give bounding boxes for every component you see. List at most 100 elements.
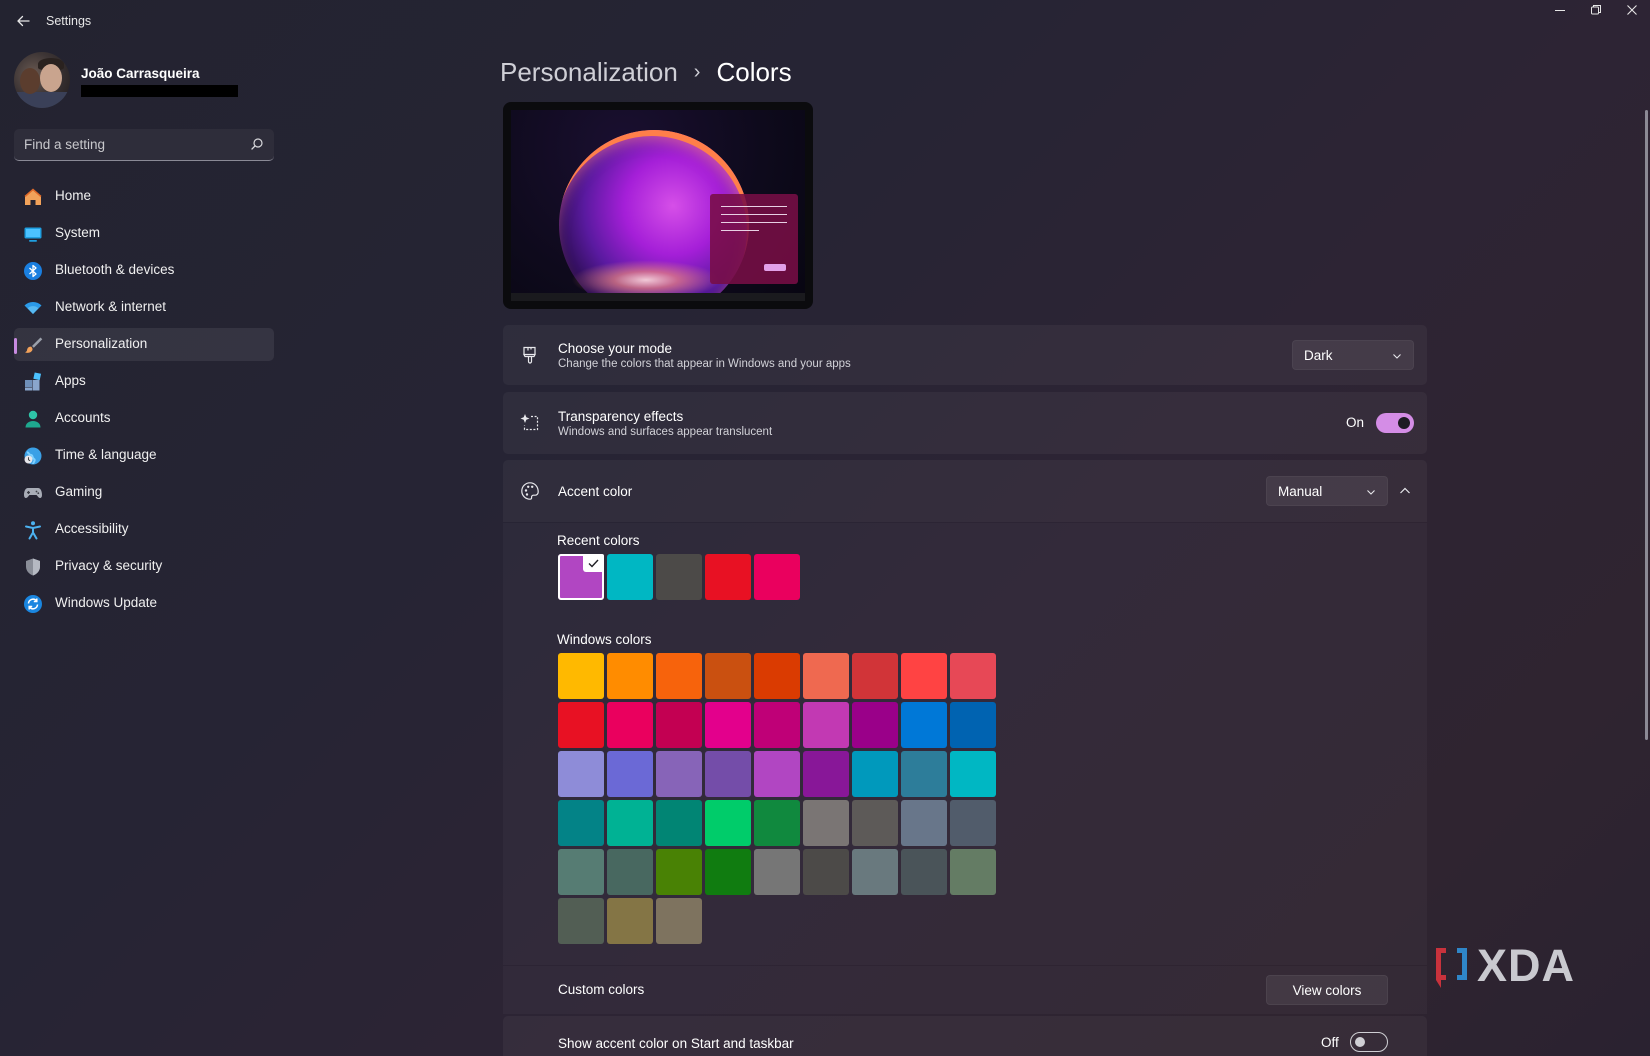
sidebar-item-network[interactable]: Network & internet — [14, 291, 274, 324]
minimize-button[interactable] — [1545, 4, 1575, 22]
windows-color-swatch[interactable] — [803, 751, 849, 797]
windows-color-swatch[interactable] — [803, 702, 849, 748]
windows-colors-label: Windows colors — [557, 632, 652, 647]
windows-color-swatch[interactable] — [607, 702, 653, 748]
sidebar-item-accounts[interactable]: Accounts — [14, 402, 274, 435]
custom-colors-row: Custom colors View colors — [503, 966, 1427, 1014]
sidebar-item-personalization[interactable]: Personalization — [14, 328, 274, 361]
sidebar-item-time-language[interactable]: Time & language — [14, 439, 274, 472]
restore-button[interactable] — [1581, 4, 1611, 22]
windows-color-swatch[interactable] — [852, 751, 898, 797]
windows-color-swatch[interactable] — [705, 800, 751, 846]
windows-color-swatch[interactable] — [901, 800, 947, 846]
recent-color-swatch[interactable] — [607, 554, 653, 600]
windows-color-swatch[interactable] — [754, 849, 800, 895]
windows-color-swatch[interactable] — [852, 849, 898, 895]
preview-window — [710, 194, 798, 284]
windows-color-swatch[interactable] — [558, 751, 604, 797]
windows-color-swatch[interactable] — [656, 849, 702, 895]
windows-color-swatch[interactable] — [901, 702, 947, 748]
mode-title: Choose your mode — [558, 341, 673, 356]
windows-color-swatch[interactable] — [803, 653, 849, 699]
windows-color-swatch[interactable] — [656, 898, 702, 944]
windows-color-swatch[interactable] — [754, 702, 800, 748]
accent-title: Accent color — [558, 484, 633, 499]
sidebar-item-gaming[interactable]: Gaming — [14, 476, 274, 509]
mode-dropdown[interactable]: Dark — [1292, 340, 1414, 370]
windows-color-swatch[interactable] — [852, 653, 898, 699]
transparency-toggle[interactable] — [1376, 413, 1414, 433]
sidebar-item-accessibility[interactable]: Accessibility — [14, 513, 274, 546]
windows-color-swatch[interactable] — [558, 653, 604, 699]
redacted-email — [81, 85, 238, 97]
chevron-up-icon[interactable] — [1399, 486, 1411, 496]
scrollbar-thumb[interactable] — [1645, 110, 1648, 740]
windows-color-swatch[interactable] — [950, 751, 996, 797]
windows-color-swatch[interactable] — [705, 849, 751, 895]
sidebar-item-label: Bluetooth & devices — [55, 262, 175, 277]
sidebar-nav: Home System Bluetooth & devices Network … — [14, 180, 274, 624]
accent-dropdown[interactable]: Manual — [1266, 476, 1388, 506]
windows-color-swatch[interactable] — [754, 653, 800, 699]
sidebar-item-bluetooth[interactable]: Bluetooth & devices — [14, 254, 274, 287]
home-icon — [24, 188, 42, 205]
taskbar-accent-toggle[interactable] — [1350, 1032, 1388, 1052]
profile-name: João Carrasqueira — [81, 66, 200, 81]
windows-color-swatch[interactable] — [558, 898, 604, 944]
windows-color-swatch[interactable] — [950, 653, 996, 699]
windows-color-swatch[interactable] — [705, 653, 751, 699]
windows-color-swatch[interactable] — [656, 702, 702, 748]
windows-color-swatch[interactable] — [803, 849, 849, 895]
sidebar-item-windows-update[interactable]: Windows Update — [14, 587, 274, 620]
windows-color-swatch[interactable] — [754, 800, 800, 846]
windows-color-swatch[interactable] — [656, 751, 702, 797]
windows-color-swatch[interactable] — [558, 849, 604, 895]
sidebar-item-label: System — [55, 225, 101, 240]
back-button[interactable] — [14, 12, 32, 30]
mode-dropdown-value: Dark — [1304, 348, 1333, 363]
windows-color-swatch[interactable] — [852, 702, 898, 748]
mode-description: Change the colors that appear in Windows… — [558, 358, 851, 370]
recent-color-swatch[interactable] — [754, 554, 800, 600]
title-bar: Settings — [0, 0, 1650, 44]
sidebar-item-privacy-security[interactable]: Privacy & security — [14, 550, 274, 583]
view-colors-button[interactable]: View colors — [1266, 975, 1388, 1005]
recent-color-swatch[interactable] — [558, 554, 604, 600]
watermark-text: XDA — [1477, 940, 1576, 991]
windows-color-swatch[interactable] — [803, 800, 849, 846]
windows-color-swatch[interactable] — [656, 653, 702, 699]
sidebar-item-label: Gaming — [55, 484, 103, 499]
search-icon[interactable] — [250, 137, 264, 151]
windows-color-swatch[interactable] — [558, 702, 604, 748]
windows-color-swatch[interactable] — [656, 800, 702, 846]
paint-bucket-icon — [523, 346, 536, 364]
recent-color-swatch[interactable] — [656, 554, 702, 600]
close-button[interactable] — [1617, 4, 1647, 22]
windows-color-swatch[interactable] — [705, 751, 751, 797]
windows-color-swatch[interactable] — [950, 800, 996, 846]
windows-color-swatch[interactable] — [754, 751, 800, 797]
windows-color-swatch[interactable] — [901, 849, 947, 895]
recent-color-swatch[interactable] — [705, 554, 751, 600]
windows-color-swatch[interactable] — [852, 800, 898, 846]
windows-color-swatch[interactable] — [950, 849, 996, 895]
sidebar-item-home[interactable]: Home — [14, 180, 274, 213]
accent-color-header[interactable]: Accent color Manual — [503, 460, 1427, 522]
windows-color-swatch[interactable] — [607, 849, 653, 895]
search-input[interactable] — [24, 129, 244, 159]
sidebar-item-apps[interactable]: Apps — [14, 365, 274, 398]
close-icon — [1627, 5, 1637, 15]
windows-color-swatch[interactable] — [607, 898, 653, 944]
avatar — [14, 52, 70, 108]
windows-color-swatch[interactable] — [607, 751, 653, 797]
windows-color-swatch[interactable] — [901, 751, 947, 797]
sidebar-item-system[interactable]: System — [14, 217, 274, 250]
windows-color-swatch[interactable] — [607, 800, 653, 846]
windows-color-swatch[interactable] — [705, 702, 751, 748]
windows-color-swatch[interactable] — [607, 653, 653, 699]
breadcrumb-parent[interactable]: Personalization — [500, 57, 678, 88]
windows-color-swatch[interactable] — [950, 702, 996, 748]
windows-color-swatch[interactable] — [558, 800, 604, 846]
windows-color-swatch[interactable] — [901, 653, 947, 699]
sidebar-item-label: Network & internet — [55, 299, 167, 314]
